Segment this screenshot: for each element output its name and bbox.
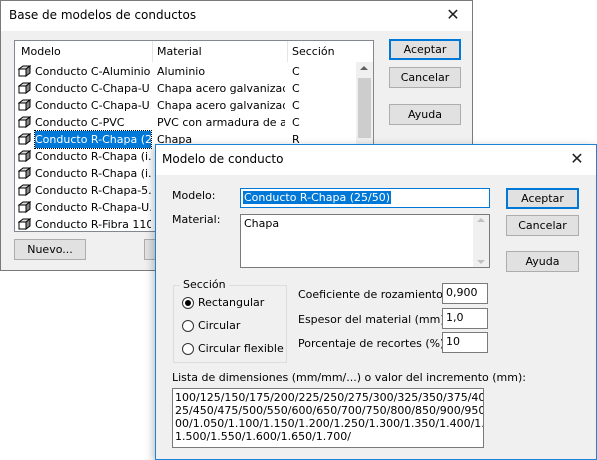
- list-item[interactable]: Conducto C-Aluminio Aluminio C: [15, 63, 371, 80]
- window-title: Base de modelos de conductos: [9, 8, 197, 22]
- cancel-button[interactable]: Cancelar: [506, 215, 579, 236]
- column-header-material[interactable]: Material: [157, 41, 202, 62]
- lista-line: 00/1.050/1.100/1.150/1.200/1.250/1.300/1…: [175, 417, 484, 430]
- duct-icon: [17, 99, 32, 111]
- seccion-label: Sección: [180, 278, 229, 291]
- accept-button[interactable]: Aceptar: [506, 188, 579, 209]
- radio-circular-flexible[interactable]: Circular flexible: [182, 342, 284, 358]
- lista-line: 25/450/475/500/550/600/650/700/750/800/8…: [175, 404, 484, 417]
- accept-button[interactable]: Aceptar: [389, 39, 461, 60]
- list-item[interactable]: Conducto C-Chapa-U... Chapa acero galvani…: [15, 97, 371, 114]
- duct-icon: [17, 82, 32, 94]
- recortes-label: Porcentaje de recortes (%):: [298, 337, 449, 350]
- radio-button[interactable]: [182, 297, 194, 309]
- duct-model-window: Modelo de conducto ✕ Modelo: Conducto R-…: [155, 144, 597, 460]
- cell-modelo: Conducto R-Chapa-5...: [35, 184, 151, 197]
- material-field[interactable]: Chapa: [240, 214, 490, 268]
- lista-line: 100/125/150/175/200/225/250/275/300/325/…: [175, 391, 484, 404]
- titlebar: Modelo de conducto ✕: [156, 145, 596, 175]
- duct-icon: [17, 65, 32, 77]
- scroll-up-icon[interactable]: [360, 66, 368, 70]
- modelo-label: Modelo:: [172, 189, 216, 202]
- help-button[interactable]: Ayuda: [389, 104, 461, 125]
- scroll-up-icon[interactable]: [477, 218, 485, 222]
- lista-line: 1.500/1.550/1.600/1.650/1.700/: [175, 430, 351, 443]
- cell-seccion: C: [292, 82, 300, 95]
- radio-rectangular[interactable]: Rectangular: [182, 296, 282, 312]
- cell-modelo: Conducto C-Chapa-U...: [35, 82, 151, 95]
- cell-modelo: Conducto R-Chapa-U...: [35, 201, 151, 214]
- coef-label: Coeficiente de rozamiento:: [298, 288, 447, 301]
- duct-icon: [17, 150, 32, 162]
- radio-circular[interactable]: Circular: [182, 319, 282, 335]
- duct-icon: [17, 116, 32, 128]
- duct-icon: [17, 167, 32, 179]
- radio-label: Circular: [198, 319, 241, 332]
- scroll-thumb[interactable]: [358, 78, 371, 138]
- radio-label: Circular flexible: [198, 342, 284, 355]
- column-header-seccion[interactable]: Sección: [292, 41, 335, 62]
- cell-modelo: Conducto R-Chapa (i...: [35, 150, 151, 163]
- cell-modelo: Conducto C-Aluminio: [35, 65, 151, 78]
- new-button[interactable]: Nuevo...: [14, 239, 86, 260]
- duct-icon: [17, 218, 32, 230]
- cell-material: Chapa acero galvanizado: [157, 99, 285, 112]
- duct-icon: [17, 133, 32, 145]
- coef-field[interactable]: 0,900: [442, 283, 488, 304]
- modelo-field[interactable]: Conducto R-Chapa (25/50): [240, 188, 490, 208]
- column-header-modelo[interactable]: Modelo: [21, 41, 61, 62]
- cancel-button[interactable]: Cancelar: [389, 67, 461, 88]
- modelo-value: Conducto R-Chapa (25/50): [243, 191, 391, 204]
- titlebar: Base de modelos de conductos ✕: [1, 1, 472, 31]
- cell-modelo: Conducto C-Chapa-U...: [35, 99, 151, 112]
- help-button[interactable]: Ayuda: [506, 251, 579, 272]
- espesor-label: Espesor del material (mm):: [298, 313, 449, 326]
- column-divider[interactable]: [152, 41, 153, 62]
- cell-material: PVC con armadura de a...: [157, 116, 285, 129]
- cell-modelo: Conducto R-Fibra 110: [35, 218, 151, 231]
- cell-seccion: C: [292, 116, 300, 129]
- cell-material: Chapa acero galvanizado: [157, 82, 285, 95]
- duct-icon: [17, 201, 32, 213]
- radio-dot: [185, 300, 191, 306]
- cell-material: Aluminio: [157, 65, 206, 78]
- cell-seccion: C: [292, 99, 300, 112]
- cell-modelo: Conducto R-Chapa (2...: [34, 130, 152, 149]
- column-divider[interactable]: [287, 41, 288, 62]
- radio-button[interactable]: [182, 320, 194, 332]
- cell-modelo: Conducto C-PVC: [35, 116, 125, 129]
- material-value: Chapa: [244, 217, 280, 230]
- close-icon[interactable]: ✕: [440, 4, 466, 26]
- list-item[interactable]: Conducto C-PVC PVC con armadura de a... C: [15, 114, 371, 131]
- close-icon[interactable]: ✕: [564, 148, 590, 170]
- list-item[interactable]: Conducto C-Chapa-U... Chapa acero galvani…: [15, 80, 371, 97]
- radio-label: Rectangular: [198, 296, 265, 309]
- scrollbar[interactable]: [473, 215, 489, 267]
- cell-modelo: Conducto R-Chapa (i...: [35, 167, 151, 180]
- radio-button[interactable]: [182, 343, 194, 355]
- window-title: Modelo de conducto: [162, 152, 284, 166]
- cell-seccion: C: [292, 65, 300, 78]
- scroll-down-icon[interactable]: [477, 260, 485, 264]
- lista-label: Lista de dimensiones (mm/mm/...) o valor…: [172, 371, 526, 384]
- recortes-field[interactable]: 10: [442, 332, 488, 353]
- duct-icon: [17, 184, 32, 196]
- lista-field[interactable]: 100/125/150/175/200/225/250/275/300/325/…: [172, 388, 484, 448]
- material-label: Material:: [172, 213, 221, 226]
- espesor-field[interactable]: 1,0: [442, 308, 488, 329]
